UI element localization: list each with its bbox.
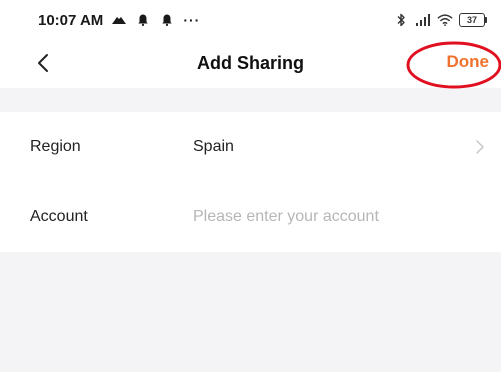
wifi-icon [437, 13, 453, 27]
add-sharing-screen: 10:07 AM ··· 37 Add Sharing Done Region … [0, 0, 501, 372]
bluetooth-icon [393, 13, 409, 27]
status-bar: 10:07 AM ··· 37 [0, 0, 501, 40]
bell-icon [159, 13, 175, 27]
account-input[interactable] [193, 204, 483, 230]
battery-indicator: 37 [459, 13, 487, 27]
region-row[interactable]: Region Spain [0, 112, 501, 182]
status-left: 10:07 AM ··· [38, 12, 200, 29]
region-label: Region [30, 138, 81, 155]
cloud-icon [111, 13, 127, 27]
done-button[interactable]: Done [447, 52, 490, 72]
battery-tip [485, 17, 487, 23]
signal-icon [415, 13, 431, 27]
battery-level: 37 [459, 13, 485, 27]
bell-icon [135, 13, 151, 27]
status-right: 37 [393, 13, 487, 27]
account-label: Account [30, 208, 88, 225]
more-notifications: ··· [183, 12, 201, 28]
chevron-right-icon [476, 140, 484, 154]
page-title: Add Sharing [197, 53, 304, 73]
status-time: 10:07 AM [38, 11, 104, 29]
account-row: Account [0, 182, 501, 252]
region-value: Spain [193, 138, 234, 155]
sharing-form: Region Spain Account [0, 112, 501, 252]
nav-bar: Add Sharing Done [0, 40, 501, 88]
